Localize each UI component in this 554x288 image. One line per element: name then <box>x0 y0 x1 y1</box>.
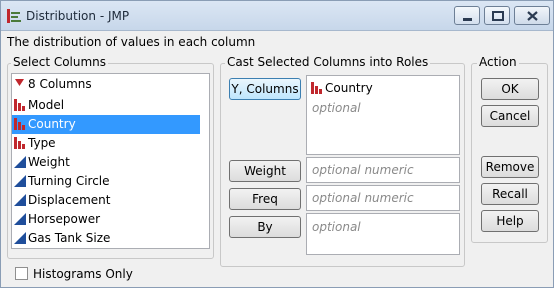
freq-button[interactable]: Freq <box>229 188 301 210</box>
dialog-description: The distribution of values in each colum… <box>7 35 256 49</box>
column-list[interactable]: 8 Columns Model Country Type Weight Turn… <box>11 73 210 249</box>
collapse-triangle-icon[interactable] <box>15 79 25 87</box>
nominal-icon <box>311 82 322 94</box>
column-item-type[interactable]: Type <box>12 134 200 153</box>
continuous-icon <box>14 232 26 244</box>
freq-role-box[interactable]: optional numeric <box>306 185 460 211</box>
ok-button[interactable]: OK <box>481 78 539 100</box>
continuous-icon <box>14 213 26 225</box>
continuous-icon <box>14 156 26 168</box>
by-button[interactable]: By <box>229 216 301 238</box>
close-icon <box>527 11 538 21</box>
jmp-app-icon <box>7 9 21 23</box>
column-item-gas-tank-size[interactable]: Gas Tank Size <box>12 229 200 248</box>
weight-role-box[interactable]: optional numeric <box>306 157 460 183</box>
nominal-icon <box>14 118 25 130</box>
histograms-only-checkbox[interactable] <box>15 267 28 280</box>
column-item-model[interactable]: Model <box>12 96 200 115</box>
maximize-icon <box>492 11 504 21</box>
close-button[interactable] <box>514 6 550 25</box>
by-placeholder: optional <box>312 220 361 234</box>
column-item-country[interactable]: Country <box>12 115 200 134</box>
by-role-box[interactable]: optional <box>306 213 460 255</box>
window-title: Distribution - JMP <box>26 9 130 23</box>
column-item-weight[interactable]: Weight <box>12 153 200 172</box>
minimize-button[interactable] <box>454 6 480 25</box>
weight-button[interactable]: Weight <box>229 160 301 182</box>
continuous-icon <box>14 175 26 187</box>
column-item-horsepower[interactable]: Horsepower <box>12 210 200 229</box>
remove-button[interactable]: Remove <box>481 156 539 178</box>
y-columns-placeholder: optional <box>312 101 361 115</box>
column-item-turning-circle[interactable]: Turning Circle <box>12 172 200 191</box>
cast-roles-label: Cast Selected Columns into Roles <box>225 55 431 69</box>
column-item-displacement[interactable]: Displacement <box>12 191 200 210</box>
title-bar[interactable]: Distribution - JMP <box>1 1 553 31</box>
distribution-dialog: Distribution - JMP The distribution of v… <box>0 0 554 288</box>
nominal-icon <box>14 99 25 111</box>
histograms-only-label[interactable]: Histograms Only <box>33 267 133 281</box>
column-count-label: 8 Columns <box>28 77 92 91</box>
y-columns-button[interactable]: Y, Columns <box>229 78 301 100</box>
help-button[interactable]: Help <box>481 210 539 232</box>
y-columns-role-box[interactable]: Country optional <box>306 75 460 155</box>
maximize-button[interactable] <box>484 6 510 25</box>
minimize-icon <box>463 18 472 21</box>
continuous-icon <box>14 194 26 206</box>
y-columns-assigned[interactable]: Country <box>325 81 373 95</box>
weight-placeholder: optional numeric <box>312 163 414 177</box>
freq-placeholder: optional numeric <box>312 191 414 205</box>
select-columns-label: Select Columns <box>11 55 109 69</box>
recall-button[interactable]: Recall <box>481 183 539 205</box>
cancel-button[interactable]: Cancel <box>481 105 539 127</box>
action-label: Action <box>477 55 519 69</box>
nominal-icon <box>14 137 25 149</box>
